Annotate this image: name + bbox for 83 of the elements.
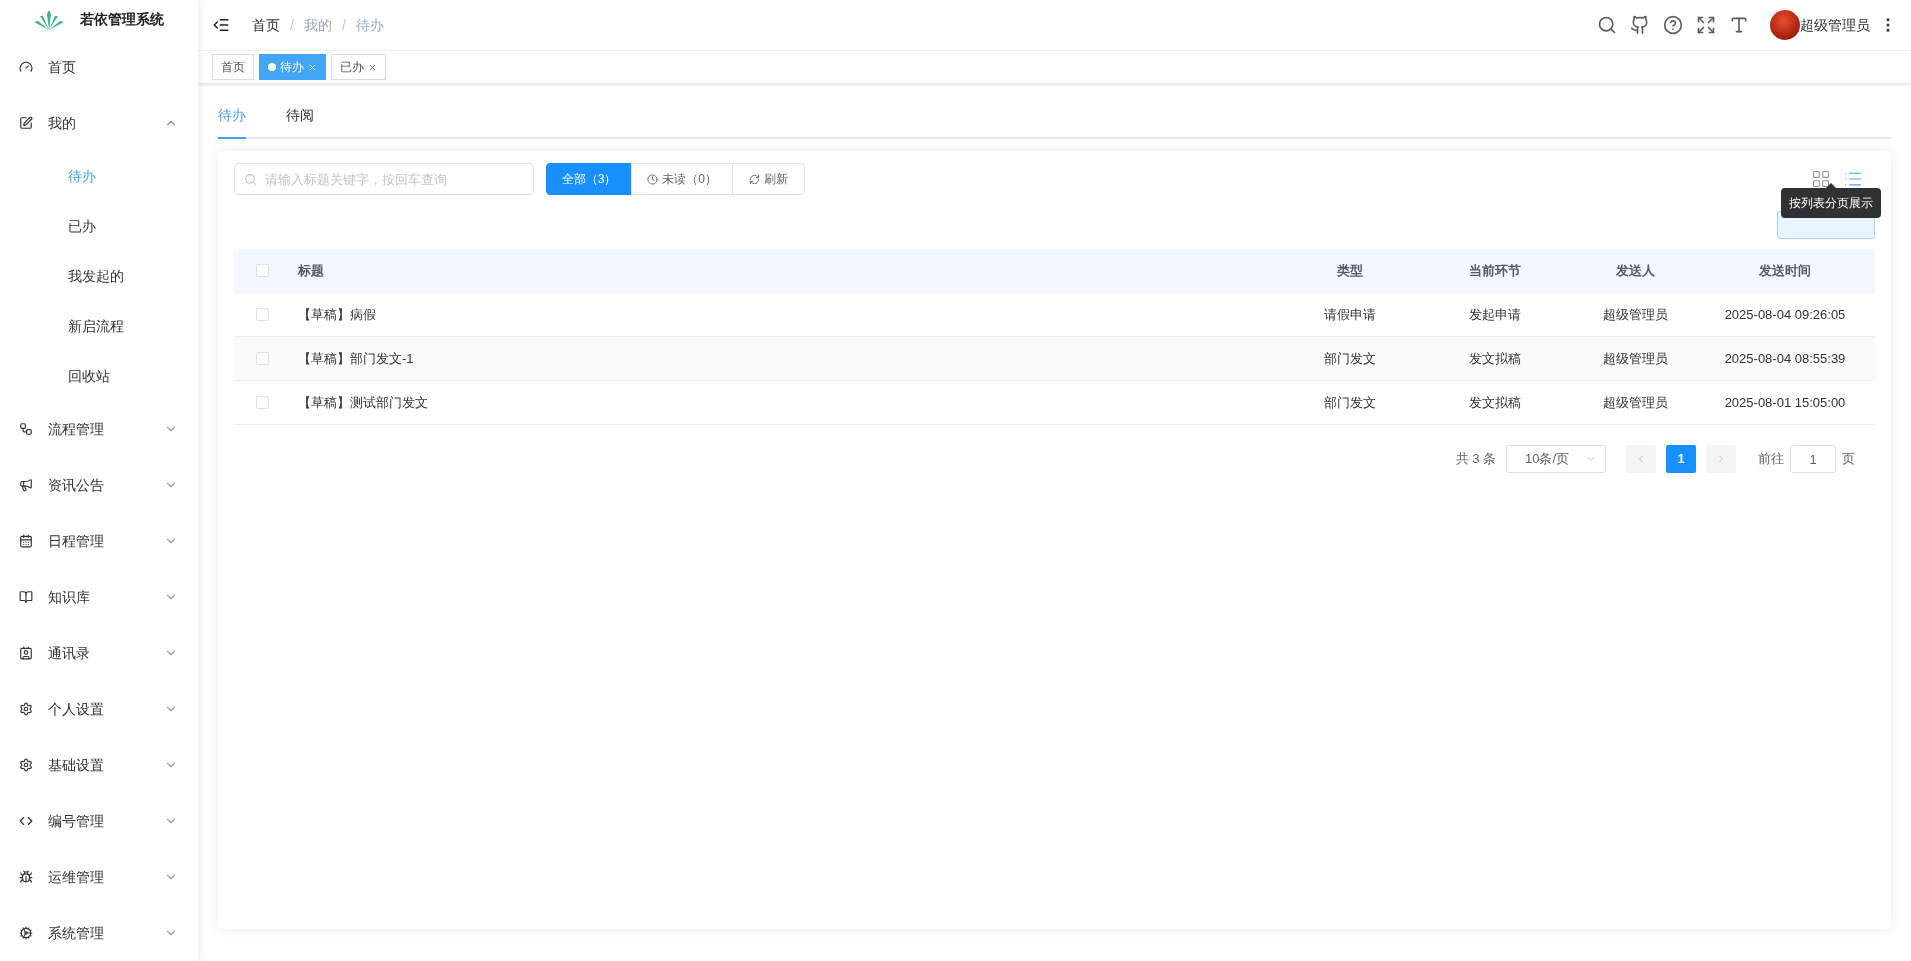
refresh-icon bbox=[749, 173, 760, 185]
page-tab[interactable]: 待阅 bbox=[286, 105, 314, 139]
row-checkbox[interactable] bbox=[256, 308, 269, 321]
sidebar-item[interactable]: 首页 bbox=[0, 39, 198, 95]
row-checkbox[interactable] bbox=[256, 396, 269, 409]
submenu-item[interactable]: 已办 bbox=[0, 201, 198, 251]
calendar-icon bbox=[19, 534, 33, 548]
sidebar-item[interactable]: 编号管理 bbox=[0, 793, 198, 849]
clock-icon bbox=[647, 173, 659, 185]
submenu-item[interactable]: 回收站 bbox=[0, 351, 198, 401]
sidebar-item[interactable]: 基础设置 bbox=[0, 737, 198, 793]
contact-card-icon bbox=[19, 646, 33, 660]
table-cell-text: 发起申请 bbox=[1469, 305, 1521, 324]
sidebar-item[interactable]: 系统管理 bbox=[0, 905, 198, 961]
settings-icon bbox=[19, 758, 33, 772]
table-cell-text: 超级管理员 bbox=[1602, 305, 1668, 324]
page-tag[interactable]: 已办 bbox=[331, 54, 386, 80]
page-size-select[interactable]: 10条/页 bbox=[1506, 445, 1606, 473]
sidebar-item[interactable]: 日程管理 bbox=[0, 513, 198, 569]
sidebar-item[interactable]: 通讯录 bbox=[0, 625, 198, 681]
github-icon[interactable] bbox=[1630, 15, 1650, 35]
goto-label: 前往 bbox=[1758, 450, 1784, 469]
flow-icon bbox=[19, 422, 33, 436]
user-name[interactable]: 超级管理员 bbox=[1800, 14, 1870, 36]
table-cell-text: 2025-08-04 08:55:39 bbox=[1724, 349, 1846, 368]
search-icon bbox=[244, 173, 257, 186]
filter-button[interactable]: 未读（0） bbox=[631, 163, 733, 195]
filter-button[interactable]: 刷新 bbox=[732, 163, 805, 195]
table-cell-text: 发文拟稿 bbox=[1469, 393, 1521, 412]
table-cell-text: 2025-08-04 09:26:05 bbox=[1724, 305, 1846, 324]
table-cell-text: 【草稿】病假 bbox=[298, 305, 377, 324]
column-header: 标题 bbox=[298, 261, 325, 280]
search-field[interactable]: 请输入标题关键字，按回车查询 bbox=[234, 163, 534, 195]
sidebar-item[interactable]: 个人设置 bbox=[0, 681, 198, 737]
help-icon[interactable] bbox=[1663, 15, 1683, 35]
sidebar-item[interactable]: 知识库 bbox=[0, 569, 198, 625]
sidebar-item[interactable]: 流程管理 bbox=[0, 401, 198, 457]
table-cell-text: 部门发文 bbox=[1324, 393, 1376, 412]
sidebar-item[interactable]: 运维管理 bbox=[0, 849, 198, 905]
sidebar-item[interactable]: 我的 bbox=[0, 95, 198, 151]
row-checkbox[interactable] bbox=[256, 352, 269, 365]
submenu-item[interactable]: 我发起的 bbox=[0, 251, 198, 301]
megaphone-icon bbox=[19, 478, 33, 492]
app-title: 若依管理系统 bbox=[80, 10, 164, 29]
fullscreen-icon[interactable] bbox=[1696, 15, 1716, 35]
breadcrumb-current: 待办 bbox=[355, 15, 384, 35]
table-cell-text: 部门发文 bbox=[1324, 349, 1376, 368]
table-cell-text: 超级管理员 bbox=[1602, 393, 1668, 412]
tooltip-arrow-icon bbox=[1826, 183, 1836, 188]
table-cell-text: 请假申请 bbox=[1324, 305, 1376, 324]
font-size-icon[interactable] bbox=[1729, 15, 1749, 35]
breadcrumb-separator: / bbox=[290, 15, 294, 35]
table-cell-text: 超级管理员 bbox=[1602, 349, 1668, 368]
close-icon[interactable] bbox=[368, 62, 377, 72]
menu-toggle-icon[interactable] bbox=[212, 16, 230, 34]
table-cell-text: 发文拟稿 bbox=[1469, 349, 1521, 368]
settings-icon bbox=[19, 702, 33, 716]
table-cell-text: 【草稿】部门发文-1 bbox=[298, 349, 415, 368]
grid-view-icon[interactable] bbox=[1811, 169, 1831, 189]
total-count: 共 3 条 bbox=[1455, 450, 1496, 469]
code-icon bbox=[19, 814, 33, 828]
table-cell-text: 2025-08-01 15:05:00 bbox=[1724, 393, 1846, 412]
column-header: 当前环节 bbox=[1469, 261, 1521, 280]
goto-page-field[interactable]: 1 bbox=[1790, 445, 1836, 473]
dashboard-icon bbox=[19, 60, 33, 74]
edit-icon bbox=[19, 116, 33, 130]
logo-icon bbox=[34, 9, 64, 30]
goto-suffix: 页 bbox=[1842, 450, 1855, 469]
submenu-item[interactable]: 新启流程 bbox=[0, 301, 198, 351]
search-icon[interactable] bbox=[1597, 15, 1617, 35]
book-icon bbox=[19, 590, 33, 604]
select-all-checkbox[interactable] bbox=[256, 264, 269, 277]
avatar[interactable] bbox=[1770, 10, 1800, 40]
sidebar-item[interactable]: 资讯公告 bbox=[0, 457, 198, 513]
column-header: 发送人 bbox=[1615, 261, 1655, 280]
page-tag[interactable]: 首页 bbox=[212, 54, 254, 80]
breadcrumb-separator: / bbox=[341, 15, 346, 35]
breadcrumb-link[interactable]: 首页 bbox=[252, 14, 280, 36]
column-header: 类型 bbox=[1337, 261, 1363, 280]
gear-icon bbox=[19, 926, 33, 940]
table-cell-text: 【草稿】测试部门发文 bbox=[298, 393, 429, 412]
bug-icon bbox=[19, 870, 33, 884]
column-header: 发送时间 bbox=[1759, 261, 1811, 280]
